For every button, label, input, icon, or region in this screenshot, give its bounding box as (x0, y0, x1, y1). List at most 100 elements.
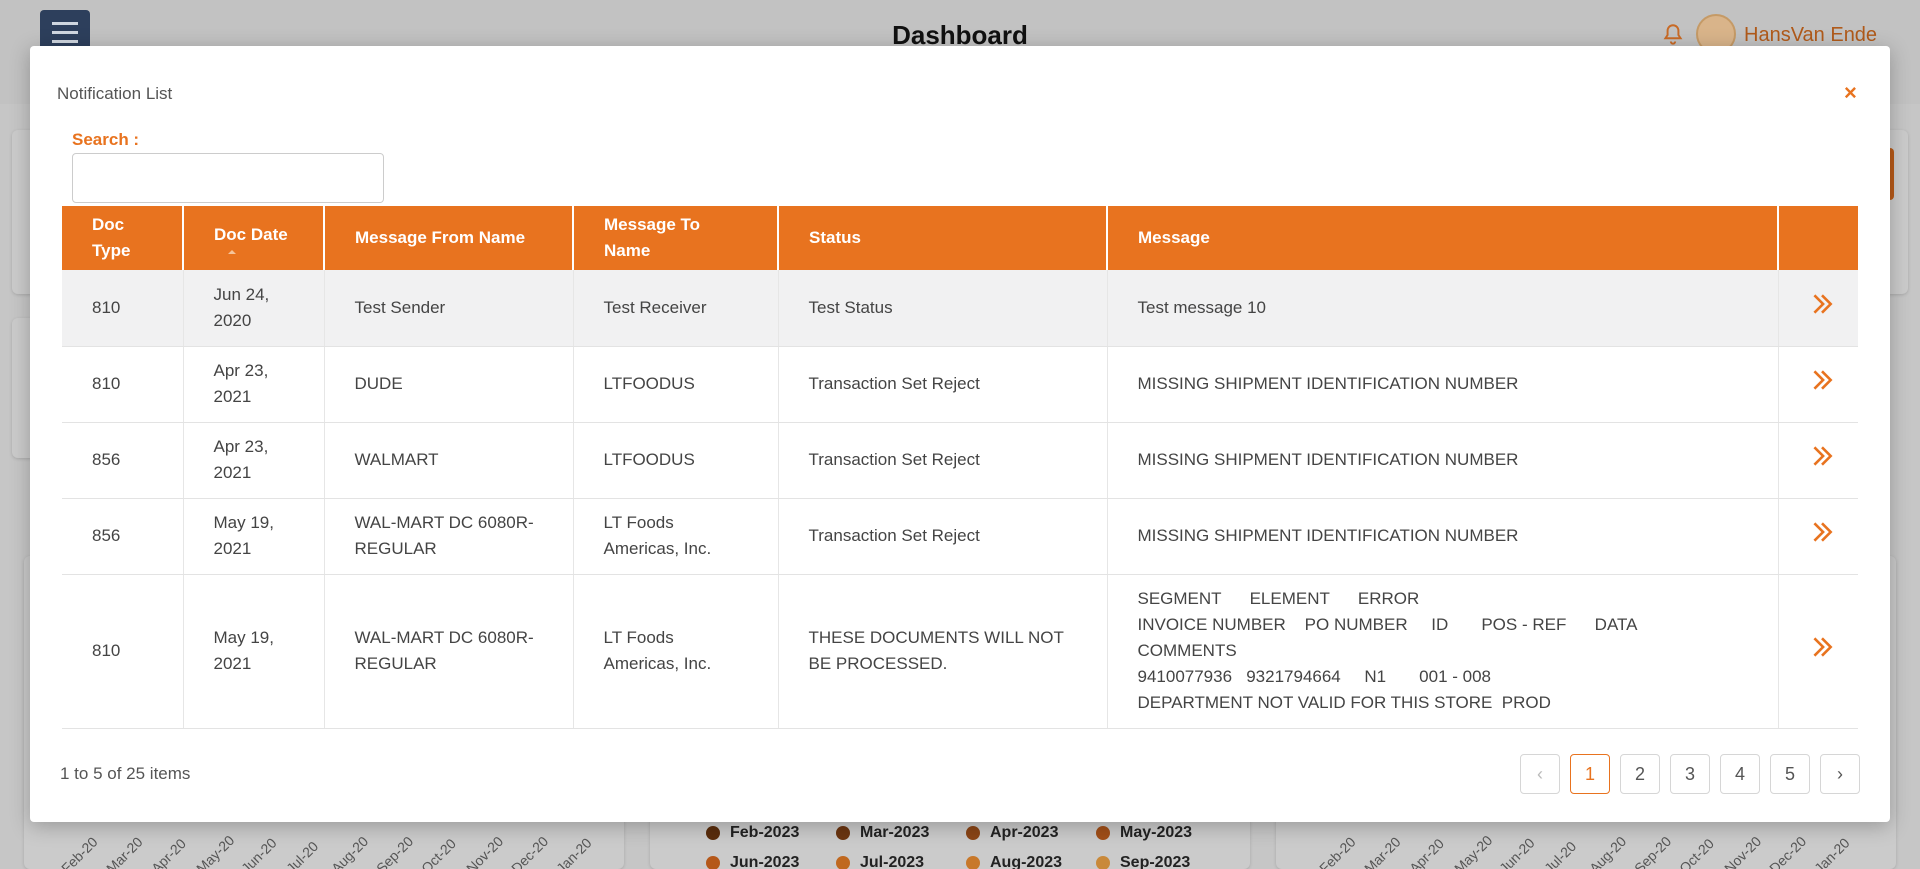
double-chevron-right-icon[interactable] (1809, 367, 1835, 393)
legend-item: Jul-2023 (836, 854, 924, 869)
cell-message: MISSING SHIPMENT IDENTIFICATION NUMBER (1107, 422, 1779, 499)
cell-to-name: LTFOODUS (573, 346, 779, 423)
column-label: Message To Name (604, 215, 701, 260)
table-row[interactable]: 810 May 19, 2021 WAL-MART DC 6080R-REGULAR… (62, 574, 1858, 729)
cell-to-name: LT Foods Americas, Inc. (573, 574, 779, 729)
user-name[interactable]: HansVan Ende (1744, 24, 1877, 47)
cell-doc-date: Apr 23, 2021 (183, 346, 325, 423)
legend-dot-icon (836, 856, 850, 869)
page-button-1[interactable]: 1 (1570, 754, 1610, 794)
cell-status: THESE DOCUMENTS WILL NOT BE PROCESSED. (778, 574, 1108, 729)
column-label: Message From Name (355, 228, 526, 247)
cell-from-name: WAL-MART DC 6080R-REGULAR (324, 574, 574, 729)
cell-doc-date: Jun 24, 2020 (183, 270, 325, 347)
notification-modal: Notification List × Search : Doc Type Do… (30, 46, 1890, 822)
column-header-from-name[interactable]: Message From Name (324, 206, 574, 270)
pager-summary: 1 to 5 of 25 items (60, 764, 191, 783)
cell-from-name: WALMART (324, 422, 574, 499)
legend-label: Aug-2023 (990, 854, 1063, 869)
close-icon[interactable]: × (1844, 82, 1857, 104)
legend-dot-icon (706, 826, 720, 840)
cell-from-name: WAL-MART DC 6080R-REGULAR (324, 498, 574, 575)
column-header-doc-type[interactable]: Doc Type (62, 206, 184, 270)
legend-item: Jun-2023 (706, 854, 799, 869)
message-line: COMMENTS (1137, 641, 1237, 660)
column-label: Message (1138, 228, 1210, 247)
table-header-row: Doc Type Doc Date Message From Name Mess… (62, 206, 1858, 270)
double-chevron-right-icon[interactable] (1809, 291, 1835, 317)
cell-message: SEGMENT ELEMENT ERROR INVOICE NUMBER PO N… (1107, 574, 1779, 729)
double-chevron-right-icon[interactable] (1809, 443, 1835, 469)
cell-action[interactable] (1778, 498, 1858, 575)
cell-action[interactable] (1778, 422, 1858, 499)
cell-from-name: DUDE (324, 346, 574, 423)
table-row[interactable]: 856 Apr 23, 2021 WALMART LTFOODUS Transactio… (62, 422, 1858, 499)
page-button-2[interactable]: 2 (1620, 754, 1660, 794)
cell-doc-type: 856 (62, 498, 184, 575)
legend-dot-icon (1096, 856, 1110, 869)
column-label: Doc Type (92, 215, 131, 260)
modal-title: Notification List (57, 84, 173, 103)
search-input[interactable] (72, 153, 384, 203)
cell-status: Transaction Set Reject (778, 422, 1108, 499)
double-chevron-right-icon[interactable] (1809, 519, 1835, 545)
column-label: Status (809, 228, 861, 247)
legend-label: Feb-2023 (730, 824, 800, 841)
legend-dot-icon (966, 826, 980, 840)
column-header-doc-date[interactable]: Doc Date (183, 206, 325, 270)
message-line: MISSING SHIPMENT IDENTIFICATION NUMBER (1137, 450, 1519, 469)
legend-label: Sep-2023 (1120, 854, 1191, 869)
notification-table: Doc Type Doc Date Message From Name Mess… (62, 206, 1858, 729)
legend-label: Jul-2023 (860, 854, 925, 869)
column-header-message[interactable]: Message (1107, 206, 1779, 270)
message-line: 9410077936 9321794664 N1 001 - 008 (1137, 667, 1492, 686)
column-header-to-name[interactable]: Message To Name (573, 206, 779, 270)
legend-item: Apr-2023 (966, 824, 1058, 842)
column-header-action (1778, 206, 1858, 270)
cell-to-name: LT Foods Americas, Inc. (573, 498, 779, 575)
table-row[interactable]: 856 May 19, 2021 WAL-MART DC 6080R-REGULAR… (62, 498, 1858, 575)
cell-doc-type: 810 (62, 346, 184, 423)
column-header-status[interactable]: Status (778, 206, 1108, 270)
page-button-4[interactable]: 4 (1720, 754, 1760, 794)
prev-page-button[interactable]: ‹ (1520, 754, 1560, 794)
bell-icon[interactable] (1660, 22, 1686, 48)
message-line: SEGMENT ELEMENT ERROR (1137, 589, 1420, 608)
cell-to-name: Test Receiver (573, 270, 779, 347)
legend-label: Mar-2023 (860, 824, 930, 841)
legend-label: Jun-2023 (730, 854, 800, 869)
cell-doc-type: 856 (62, 422, 184, 499)
search-label: Search : (72, 130, 140, 149)
cell-doc-type: 810 (62, 574, 184, 729)
legend-label: May-2023 (1120, 824, 1193, 841)
legend-dot-icon (706, 856, 720, 869)
cell-message: MISSING SHIPMENT IDENTIFICATION NUMBER (1107, 346, 1779, 423)
cell-action[interactable] (1778, 270, 1858, 347)
table-row[interactable]: 810 Apr 23, 2021 DUDE LTFOODUS Transaction S… (62, 346, 1858, 423)
cell-doc-date: May 19, 2021 (183, 498, 325, 575)
table-row[interactable]: 810 Jun 24, 2020 Test Sender Test Receiver T… (62, 270, 1858, 347)
next-page-button[interactable]: › (1820, 754, 1860, 794)
cell-action[interactable] (1778, 574, 1858, 729)
cell-message: Test message 10 (1107, 270, 1779, 347)
message-line: DEPARTMENT NOT VALID FOR THIS STORE PROD (1137, 693, 1551, 712)
legend-item: May-2023 (1096, 824, 1192, 842)
message-line: INVOICE NUMBER PO NUMBER ID POS - REF DA… (1137, 615, 1638, 634)
column-label: Doc Date (214, 225, 288, 244)
cell-to-name: LTFOODUS (573, 422, 779, 499)
legend-item: Feb-2023 (706, 824, 799, 842)
cell-from-name: Test Sender (324, 270, 574, 347)
cell-status: Transaction Set Reject (778, 346, 1108, 423)
message-line: Test message 10 (1137, 297, 1267, 317)
cell-message: MISSING SHIPMENT IDENTIFICATION NUMBER (1107, 498, 1779, 575)
double-chevron-right-icon[interactable] (1809, 634, 1835, 660)
cell-action[interactable] (1778, 346, 1858, 423)
legend-item: Sep-2023 (1096, 854, 1190, 869)
page-button-5[interactable]: 5 (1770, 754, 1810, 794)
message-line: MISSING SHIPMENT IDENTIFICATION NUMBER (1137, 374, 1519, 393)
legend-item: Aug-2023 (966, 854, 1062, 869)
page-button-3[interactable]: 3 (1670, 754, 1710, 794)
cell-doc-type: 810 (62, 270, 184, 347)
cell-doc-date: May 19, 2021 (183, 574, 325, 729)
legend-dot-icon (966, 856, 980, 869)
